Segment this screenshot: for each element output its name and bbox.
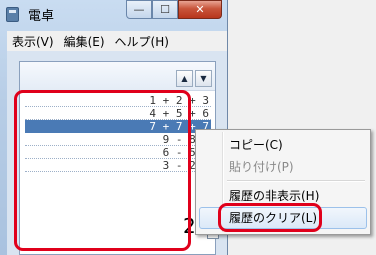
menu-item-copy[interactable]: コピー(C) <box>199 134 367 156</box>
calculator-icon <box>6 7 19 22</box>
menu-view[interactable]: 表示(V) <box>7 33 59 50</box>
menu-bar: 表示(V) 編集(E) ヘルプ(H) <box>7 31 227 51</box>
window-controls: — ☐ ✕ <box>126 0 222 20</box>
title-bar[interactable]: 電卓 — ☐ ✕ <box>0 0 228 28</box>
menu-edit[interactable]: 編集(E) <box>59 33 110 50</box>
minimize-button[interactable]: — <box>126 0 152 19</box>
maximize-icon: ☐ <box>160 3 170 16</box>
menu-item-paste[interactable]: 貼り付け(P) <box>199 156 367 178</box>
history-up-button[interactable]: ▲ <box>176 70 193 87</box>
maximize-button[interactable]: ☐ <box>152 0 178 19</box>
history-toolbar: ▲ ▼ <box>20 62 215 91</box>
up-arrow-icon: ▲ <box>181 74 188 83</box>
menu-help[interactable]: ヘルプ(H) <box>110 33 174 50</box>
menu-separator <box>227 180 365 182</box>
history-highlight-outline <box>14 90 191 251</box>
close-icon: ✕ <box>195 3 205 16</box>
close-button[interactable]: ✕ <box>178 0 222 19</box>
history-down-button[interactable]: ▼ <box>195 70 212 87</box>
clear-history-highlight-outline <box>218 203 322 232</box>
window-title: 電卓 <box>28 9 55 24</box>
minimize-icon: — <box>133 3 145 16</box>
down-arrow-icon: ▼ <box>200 74 207 83</box>
